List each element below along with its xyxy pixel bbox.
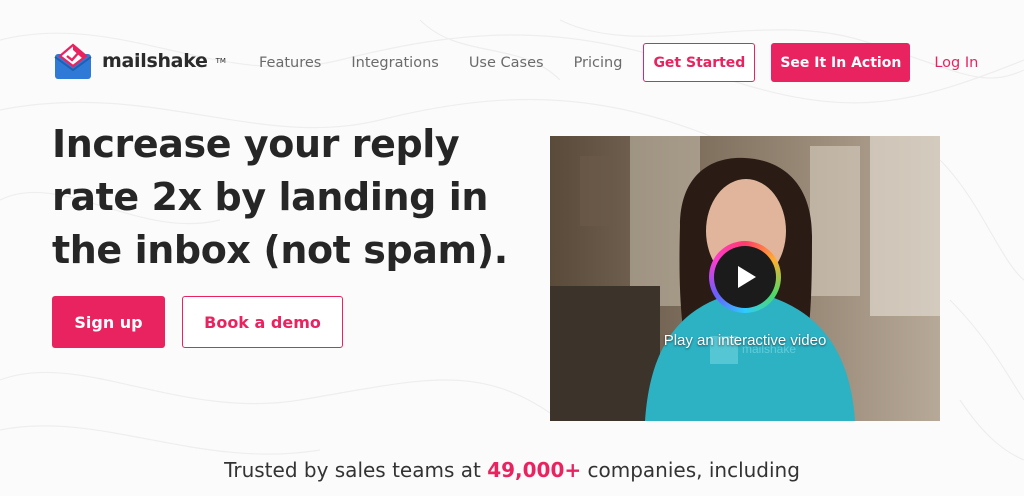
nav-integrations[interactable]: Integrations [351, 55, 438, 71]
book-demo-button[interactable]: Book a demo [182, 296, 343, 348]
nav-use-cases[interactable]: Use Cases [469, 55, 544, 71]
play-button[interactable] [709, 241, 781, 313]
login-link[interactable]: Log In [934, 55, 978, 71]
sign-up-button[interactable]: Sign up [52, 296, 165, 348]
main-nav: Features Integrations Use Cases Pricing … [259, 43, 978, 82]
logo-text: mailshake [102, 50, 208, 72]
trademark: TM [215, 57, 226, 65]
video-player[interactable]: mailshake Play an interactive video [550, 136, 940, 421]
trusted-prefix: Trusted by sales teams at [224, 458, 488, 482]
video-caption: Play an interactive video [663, 332, 827, 349]
mailshake-logo-icon [54, 43, 92, 79]
play-icon [738, 266, 756, 288]
nav-pricing[interactable]: Pricing [574, 55, 623, 71]
trusted-by-text: Trusted by sales teams at 49,000+ compan… [0, 458, 1024, 482]
nav-features[interactable]: Features [259, 55, 321, 71]
logo[interactable]: mailshake TM [52, 40, 226, 82]
company-count: 49,000+ [487, 458, 582, 482]
see-it-in-action-button[interactable]: See It In Action [771, 43, 911, 82]
hero-headline: Increase your reply rate 2x by landing i… [52, 122, 508, 272]
get-started-button[interactable]: Get Started [643, 43, 756, 82]
hero-cta-row: Sign up Book a demo [52, 296, 343, 348]
trusted-suffix: companies, including [581, 458, 800, 482]
